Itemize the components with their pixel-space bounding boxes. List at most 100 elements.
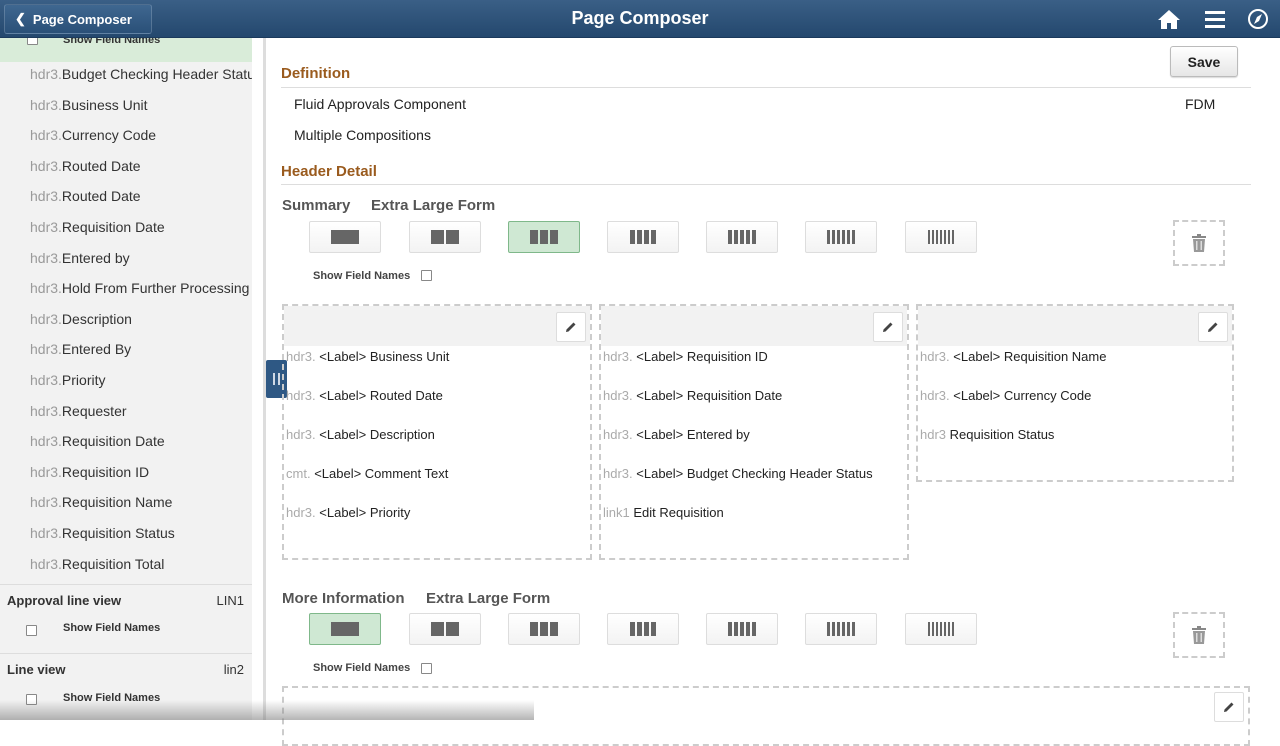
- column-bar-icon: [847, 230, 850, 244]
- approval-show-field-names-checkbox[interactable]: [26, 625, 37, 636]
- summary-column-3[interactable]: hdr3. <Label> Requisition Name hdr3. <Lab…: [916, 304, 1234, 482]
- edit-pencil-icon[interactable]: [1214, 692, 1244, 722]
- column-bar-icon: [651, 230, 656, 244]
- summary-delete-zone[interactable]: [1173, 220, 1225, 266]
- column-bar-icon: [940, 622, 942, 636]
- column-bar-icon: [746, 622, 750, 636]
- edit-pencil-icon[interactable]: [556, 312, 586, 342]
- field-list-item[interactable]: hdr3.Requisition Status: [30, 525, 175, 541]
- column-field[interactable]: hdr3. <Label> Budget Checking Header Sta…: [603, 466, 873, 481]
- field-prefix: hdr3.: [30, 463, 62, 480]
- field-list-item[interactable]: hdr3.Entered By: [30, 341, 131, 357]
- column-field[interactable]: hdr3. <Label> Currency Code: [920, 388, 1091, 403]
- column-bar-icon: [431, 230, 444, 244]
- column-bar-icon: [837, 230, 840, 244]
- field-list-item[interactable]: hdr3.Requisition Date: [30, 433, 165, 449]
- field-list-item[interactable]: hdr3.Requisition Total: [30, 556, 164, 572]
- summary-layout-2-column-button[interactable]: [409, 221, 481, 253]
- column-field[interactable]: hdr3. <Label> Description: [286, 427, 435, 442]
- field-label: Requisition Status: [949, 427, 1055, 442]
- more-info-layout-4-column-button[interactable]: [607, 613, 679, 645]
- show-field-names-label: Show Field Names: [63, 38, 161, 46]
- column-field[interactable]: hdr3. <Label> Entered by: [603, 427, 750, 442]
- selected-field-row[interactable]: Show Field Names: [0, 38, 252, 62]
- edit-pencil-icon[interactable]: [873, 312, 903, 342]
- field-label: Requisition Date: [61, 433, 165, 450]
- field-label: <Label> Comment Text: [314, 466, 449, 481]
- column-field[interactable]: link1 Edit Requisition: [603, 505, 724, 520]
- field-list-item[interactable]: hdr3.Requisition Name: [30, 494, 172, 510]
- summary-layout-6-column-button[interactable]: [805, 221, 877, 253]
- field-list-item[interactable]: hdr3.Requisition ID: [30, 464, 149, 480]
- field-label: <Label> Requisition ID: [636, 349, 768, 364]
- column-field[interactable]: hdr3. <Label> Requisition Name: [920, 349, 1106, 364]
- summary-layout-3-column-button[interactable]: [508, 221, 580, 253]
- save-button[interactable]: Save: [1170, 46, 1238, 77]
- field-label: Requisition Name: [61, 494, 173, 511]
- more-info-show-field-names-checkbox[interactable]: [421, 663, 432, 674]
- column-field[interactable]: hdr3. <Label> Business Unit: [286, 349, 449, 364]
- menu-icon[interactable]: [1203, 8, 1227, 30]
- field-list-item[interactable]: hdr3.Requester: [30, 403, 127, 419]
- component-name: Fluid Approvals Component: [294, 96, 466, 112]
- field-list-item[interactable]: hdr3.Entered by: [30, 250, 130, 266]
- column-bar-icon: [827, 622, 830, 636]
- column-field[interactable]: hdr3. <Label> Requisition ID: [603, 349, 768, 364]
- more-info-layout-7-column-button[interactable]: [905, 613, 977, 645]
- line-view-title[interactable]: Line view: [7, 662, 66, 677]
- summary-show-field-names-checkbox[interactable]: [421, 270, 432, 281]
- field-list-item[interactable]: hdr3.Routed Date: [30, 188, 141, 204]
- field-list-item[interactable]: hdr3.Budget Checking Header Status: [30, 66, 252, 82]
- column-bar-icon: [540, 622, 548, 636]
- column-field[interactable]: hdr3 Requisition Status: [920, 427, 1054, 442]
- home-icon[interactable]: [1157, 8, 1181, 30]
- column-bar-icon: [948, 230, 950, 244]
- summary-form-title: Extra Large Form: [371, 197, 496, 214]
- summary-column-2[interactable]: hdr3. <Label> Requisition ID hdr3. <Label…: [599, 304, 909, 560]
- column-field[interactable]: cmt. <Label> Comment Text: [286, 466, 448, 481]
- column-bar-icon: [952, 230, 954, 244]
- column-bar-icon: [550, 622, 558, 636]
- column-field[interactable]: hdr3. <Label> Requisition Date: [603, 388, 782, 403]
- field-label: Priority: [61, 372, 106, 388]
- field-list-item[interactable]: hdr3.Hold From Further Processing: [30, 280, 249, 296]
- summary-column-1[interactable]: hdr3. <Label> Business Unit hdr3. <Label>…: [282, 304, 592, 560]
- column-bar-icon: [740, 230, 744, 244]
- field-label: <Label> Description: [319, 427, 435, 442]
- field-prefix: hdr3.: [30, 525, 62, 541]
- field-prefix: hdr3.: [30, 127, 62, 144]
- compass-icon[interactable]: [1246, 8, 1270, 30]
- field-list-item[interactable]: hdr3.Business Unit: [30, 97, 148, 113]
- field-list-item[interactable]: hdr3.Priority: [30, 372, 105, 388]
- field-list-item[interactable]: hdr3.Description: [30, 311, 132, 327]
- field-list-item[interactable]: hdr3.Requisition Date: [30, 219, 165, 235]
- approval-line-view-title[interactable]: Approval line view: [7, 593, 121, 608]
- column-bar-icon: [550, 230, 558, 244]
- column-bar-icon: [832, 230, 835, 244]
- more-info-layout-1-column-button[interactable]: [309, 613, 381, 645]
- column-bar-icon: [837, 622, 840, 636]
- more-info-layout-2-column-button[interactable]: [409, 613, 481, 645]
- edit-pencil-icon[interactable]: [1198, 312, 1228, 342]
- summary-layout-5-column-button[interactable]: [706, 221, 778, 253]
- column-field[interactable]: hdr3. <Label> Priority: [286, 505, 410, 520]
- field-prefix: hdr3.: [30, 280, 62, 297]
- column-bar-icon: [936, 230, 938, 244]
- more-info-delete-zone[interactable]: [1173, 612, 1225, 658]
- field-list-item[interactable]: hdr3.Currency Code: [30, 127, 156, 143]
- field-prefix: hdr3.: [286, 427, 316, 442]
- summary-layout-4-column-button[interactable]: [607, 221, 679, 253]
- field-list-item[interactable]: hdr3.Routed Date: [30, 158, 141, 174]
- show-field-names-checkbox[interactable]: [27, 38, 38, 45]
- more-info-layout-3-column-button[interactable]: [508, 613, 580, 645]
- field-prefix: hdr3.: [920, 388, 950, 403]
- more-info-title: More Information: [282, 590, 405, 607]
- column-field[interactable]: hdr3. <Label> Routed Date: [286, 388, 443, 403]
- summary-layout-1-column-button[interactable]: [309, 221, 381, 253]
- column-bar-icon: [936, 622, 938, 636]
- field-label: <Label> Priority: [319, 505, 411, 520]
- more-info-layout-6-column-button[interactable]: [805, 613, 877, 645]
- bottom-shadow: [0, 700, 534, 720]
- more-info-layout-5-column-button[interactable]: [706, 613, 778, 645]
- summary-layout-7-column-button[interactable]: [905, 221, 977, 253]
